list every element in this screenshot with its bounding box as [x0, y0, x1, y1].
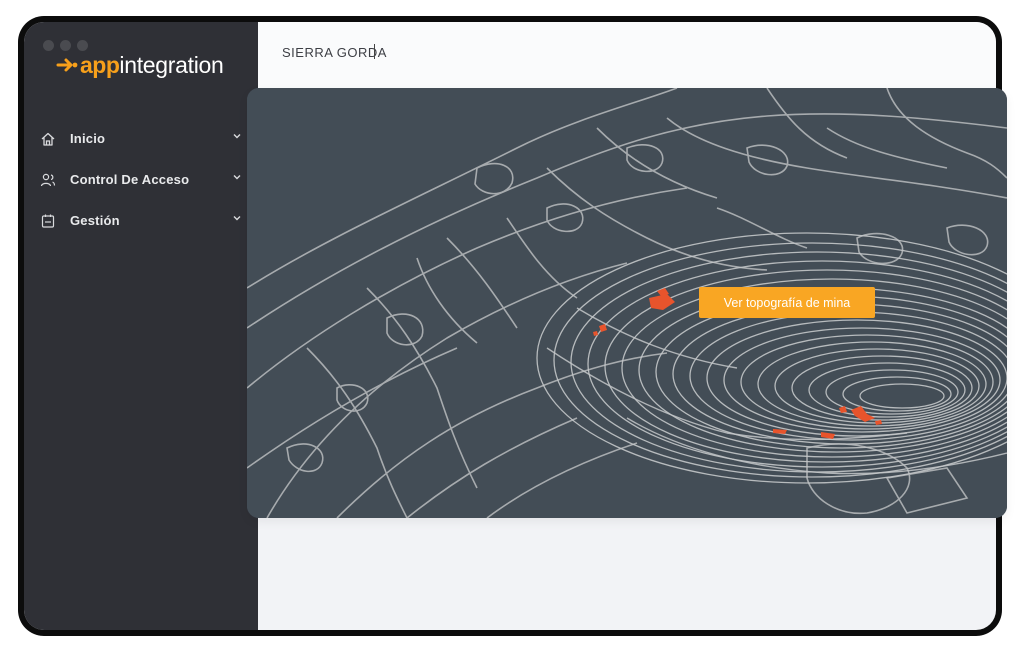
- window-close-dot[interactable]: [43, 40, 54, 51]
- sidebar-item-control-de-acceso[interactable]: Control De Acceso: [24, 159, 258, 200]
- logo-text-app: app: [80, 51, 120, 78]
- sidebar-item-gestion[interactable]: Gestión: [24, 200, 258, 241]
- logo-text-integration: integration: [119, 51, 224, 78]
- window-zoom-dot[interactable]: [77, 40, 88, 51]
- chevron-down-icon: [233, 134, 241, 139]
- mine-map-card: Ver topografía de mina: [247, 88, 1007, 518]
- users-icon: [40, 172, 56, 188]
- mine-topography-map[interactable]: [247, 88, 1007, 518]
- sidebar-item-inicio[interactable]: Inicio: [24, 118, 258, 159]
- top-bar: [258, 22, 996, 94]
- logo-arrow-icon: [56, 58, 78, 72]
- sidebar-item-label: Control De Acceso: [70, 172, 190, 187]
- home-icon: [40, 131, 56, 147]
- chevron-down-icon: [233, 216, 241, 221]
- sidebar: appintegration Inicio Control De Acceso: [24, 22, 258, 630]
- window-controls: [43, 40, 88, 51]
- logo[interactable]: app integration: [56, 52, 224, 78]
- clipboard-icon: [40, 213, 56, 229]
- sidebar-nav: Inicio Control De Acceso Gestión: [24, 118, 258, 241]
- sidebar-item-label: Gestión: [70, 213, 120, 228]
- view-mine-topography-button[interactable]: Ver topografía de mina: [699, 287, 875, 318]
- text-cursor: [374, 44, 375, 59]
- site-name-input[interactable]: [282, 40, 702, 64]
- chevron-down-icon: [233, 175, 241, 180]
- sidebar-item-label: Inicio: [70, 131, 106, 146]
- window-minimize-dot[interactable]: [60, 40, 71, 51]
